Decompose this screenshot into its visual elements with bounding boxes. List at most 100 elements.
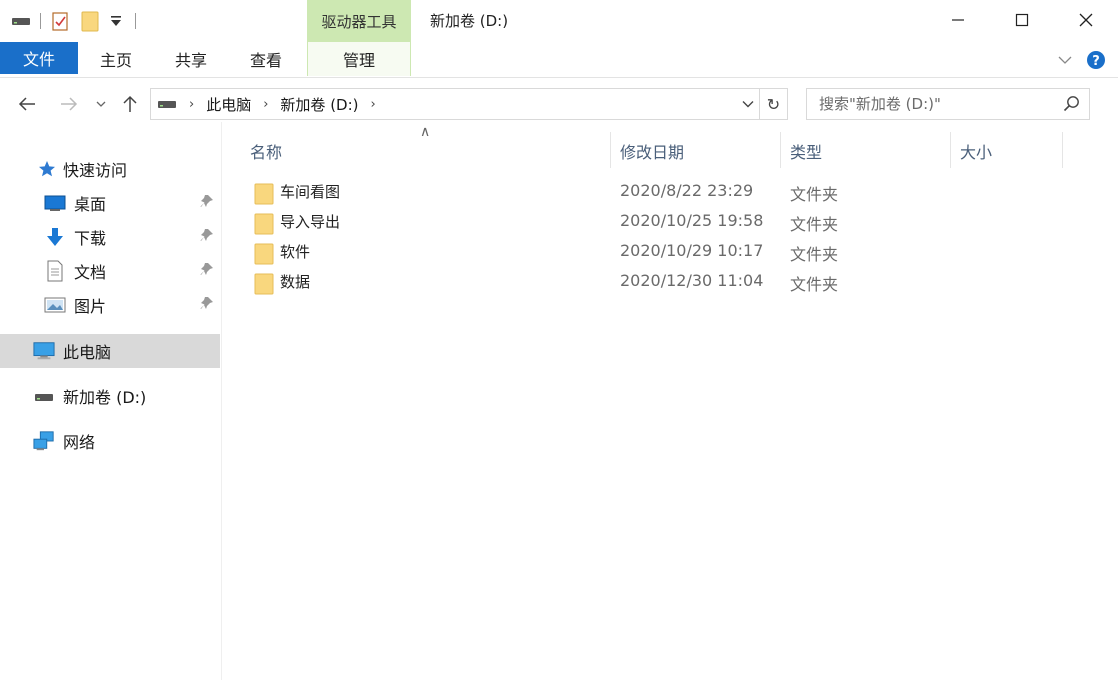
pin-icon[interactable] (200, 228, 214, 246)
sidebar-item-label: 快速访问 (63, 161, 128, 180)
close-button[interactable] (1054, 0, 1118, 40)
chevron-down-icon (96, 101, 106, 107)
sidebar-item-label: 此电脑 (63, 343, 112, 362)
breadcrumb-separator-icon[interactable]: › (189, 97, 194, 112)
drive-tools-group-label: 驱动器工具 (307, 0, 411, 42)
maximize-button[interactable] (990, 0, 1054, 40)
file-type: 文件夹 (790, 185, 839, 204)
file-row[interactable]: 数据 2020/12/30 11:04 文件夹 (250, 267, 838, 299)
picture-icon (44, 294, 66, 316)
folder-icon (254, 183, 274, 209)
file-type: 文件夹 (790, 245, 839, 264)
sidebar-item-label: 网络 (63, 433, 96, 452)
close-icon (1079, 13, 1093, 27)
svg-text:?: ? (1092, 54, 1100, 69)
search-box[interactable] (806, 88, 1090, 120)
column-header-name[interactable]: 名称 (250, 136, 610, 166)
search-icon[interactable] (1063, 95, 1081, 113)
file-name: 数据 (280, 273, 311, 291)
file-type: 文件夹 (790, 275, 839, 294)
address-bar[interactable]: › 此电脑 › 新加卷 (D:) › (150, 88, 760, 120)
properties-icon[interactable] (49, 9, 71, 33)
refresh-icon: ↻ (766, 94, 781, 114)
column-header-date[interactable]: 修改日期 (620, 136, 780, 166)
file-name: 车间看图 (280, 183, 341, 201)
sidebar-item-pictures[interactable]: 图片 (0, 288, 220, 322)
drive-icon (158, 101, 176, 108)
sidebar-item-this-pc[interactable]: 此电脑 (0, 334, 220, 368)
arrow-left-icon (18, 97, 35, 111)
breadcrumb-this-pc[interactable]: 此电脑 (206, 94, 251, 115)
up-button[interactable] (120, 92, 140, 116)
minimize-button[interactable] (926, 0, 990, 40)
sidebar-item-label: 文档 (74, 263, 107, 282)
tab-file[interactable]: 文件 (0, 42, 78, 74)
pin-icon[interactable] (200, 262, 214, 280)
recent-locations-button[interactable] (94, 92, 108, 116)
folder-icon (254, 213, 274, 239)
computer-icon (33, 340, 55, 362)
sidebar-item-desktop[interactable]: 桌面 (0, 186, 220, 220)
breadcrumb-separator-icon[interactable]: › (263, 97, 268, 112)
file-list: ∧ 名称 修改日期 类型 大小 车间看图 2020/8/22 23:29 文件夹… (224, 122, 1118, 680)
tab-view[interactable]: 查看 (228, 42, 304, 76)
drive-icon (33, 385, 55, 407)
sidebar-item-label: 新加卷 (D:) (63, 388, 147, 407)
folder-icon (254, 273, 274, 299)
ribbon-tabs: 文件 主页 共享 查看 管理 ? (0, 42, 1118, 78)
window-title: 新加卷 (D:) (430, 12, 509, 30)
network-icon (33, 430, 55, 452)
sidebar-item-label: 桌面 (74, 195, 107, 214)
navigation-pane: 快速访问 桌面 下载 文档 图片 此电脑 新加卷 (D:) 网络 (0, 122, 222, 680)
search-input[interactable] (807, 89, 1057, 119)
file-row[interactable]: 车间看图 2020/8/22 23:29 文件夹 (250, 177, 838, 209)
star-icon (36, 158, 58, 180)
breadcrumb-drive[interactable]: 新加卷 (D:) (280, 94, 358, 115)
forward-button[interactable] (58, 92, 80, 116)
pin-icon[interactable] (200, 194, 214, 212)
chevron-down-icon (742, 101, 754, 108)
refresh-button[interactable]: ↻ (760, 88, 788, 120)
minimize-icon (952, 19, 964, 21)
sidebar-item-quick-access[interactable]: 快速访问 (0, 152, 220, 186)
file-date: 2020/8/22 23:29 (620, 181, 754, 200)
folder-icon (254, 243, 274, 269)
address-history-button[interactable] (736, 88, 760, 120)
window-controls (926, 0, 1118, 40)
tab-share[interactable]: 共享 (154, 42, 228, 76)
title-bar: 驱动器工具 新加卷 (D:) (0, 0, 1118, 42)
file-type: 文件夹 (790, 215, 839, 234)
help-icon[interactable]: ? (1086, 50, 1106, 70)
column-header-type[interactable]: 类型 (790, 136, 950, 166)
drive-icon[interactable] (10, 9, 32, 33)
maximize-icon (1015, 13, 1029, 27)
desktop-icon (44, 192, 66, 214)
file-date: 2020/12/30 11:04 (620, 271, 764, 290)
sidebar-item-label: 下载 (74, 229, 107, 248)
sidebar-item-network[interactable]: 网络 (0, 424, 220, 458)
tab-manage[interactable]: 管理 (307, 42, 411, 76)
pin-icon[interactable] (200, 296, 214, 314)
arrow-right-icon (61, 97, 78, 111)
file-name: 软件 (280, 243, 311, 261)
tab-home[interactable]: 主页 (78, 42, 154, 76)
sidebar-item-label: 图片 (74, 297, 107, 316)
sidebar-item-drive-d[interactable]: 新加卷 (D:) (0, 379, 220, 413)
download-icon (44, 226, 66, 248)
expand-ribbon-icon[interactable] (1058, 55, 1072, 65)
arrow-up-icon (123, 95, 137, 112)
sidebar-item-documents[interactable]: 文档 (0, 254, 220, 288)
back-button[interactable] (16, 92, 38, 116)
quick-access-toolbar (10, 8, 144, 34)
file-date: 2020/10/29 10:17 (620, 241, 764, 260)
new-folder-icon[interactable] (79, 9, 101, 33)
navigation-bar: › 此电脑 › 新加卷 (D:) › ↻ (0, 86, 1118, 122)
sidebar-item-downloads[interactable]: 下载 (0, 220, 220, 254)
column-header-size[interactable]: 大小 (960, 136, 1060, 166)
customize-toolbar-icon[interactable] (105, 9, 127, 33)
file-row[interactable]: 导入导出 2020/10/25 19:58 文件夹 (250, 207, 838, 239)
breadcrumb-separator-icon[interactable]: › (371, 97, 376, 112)
document-icon (44, 260, 66, 282)
file-name: 导入导出 (280, 213, 341, 231)
file-row[interactable]: 软件 2020/10/29 10:17 文件夹 (250, 237, 838, 269)
